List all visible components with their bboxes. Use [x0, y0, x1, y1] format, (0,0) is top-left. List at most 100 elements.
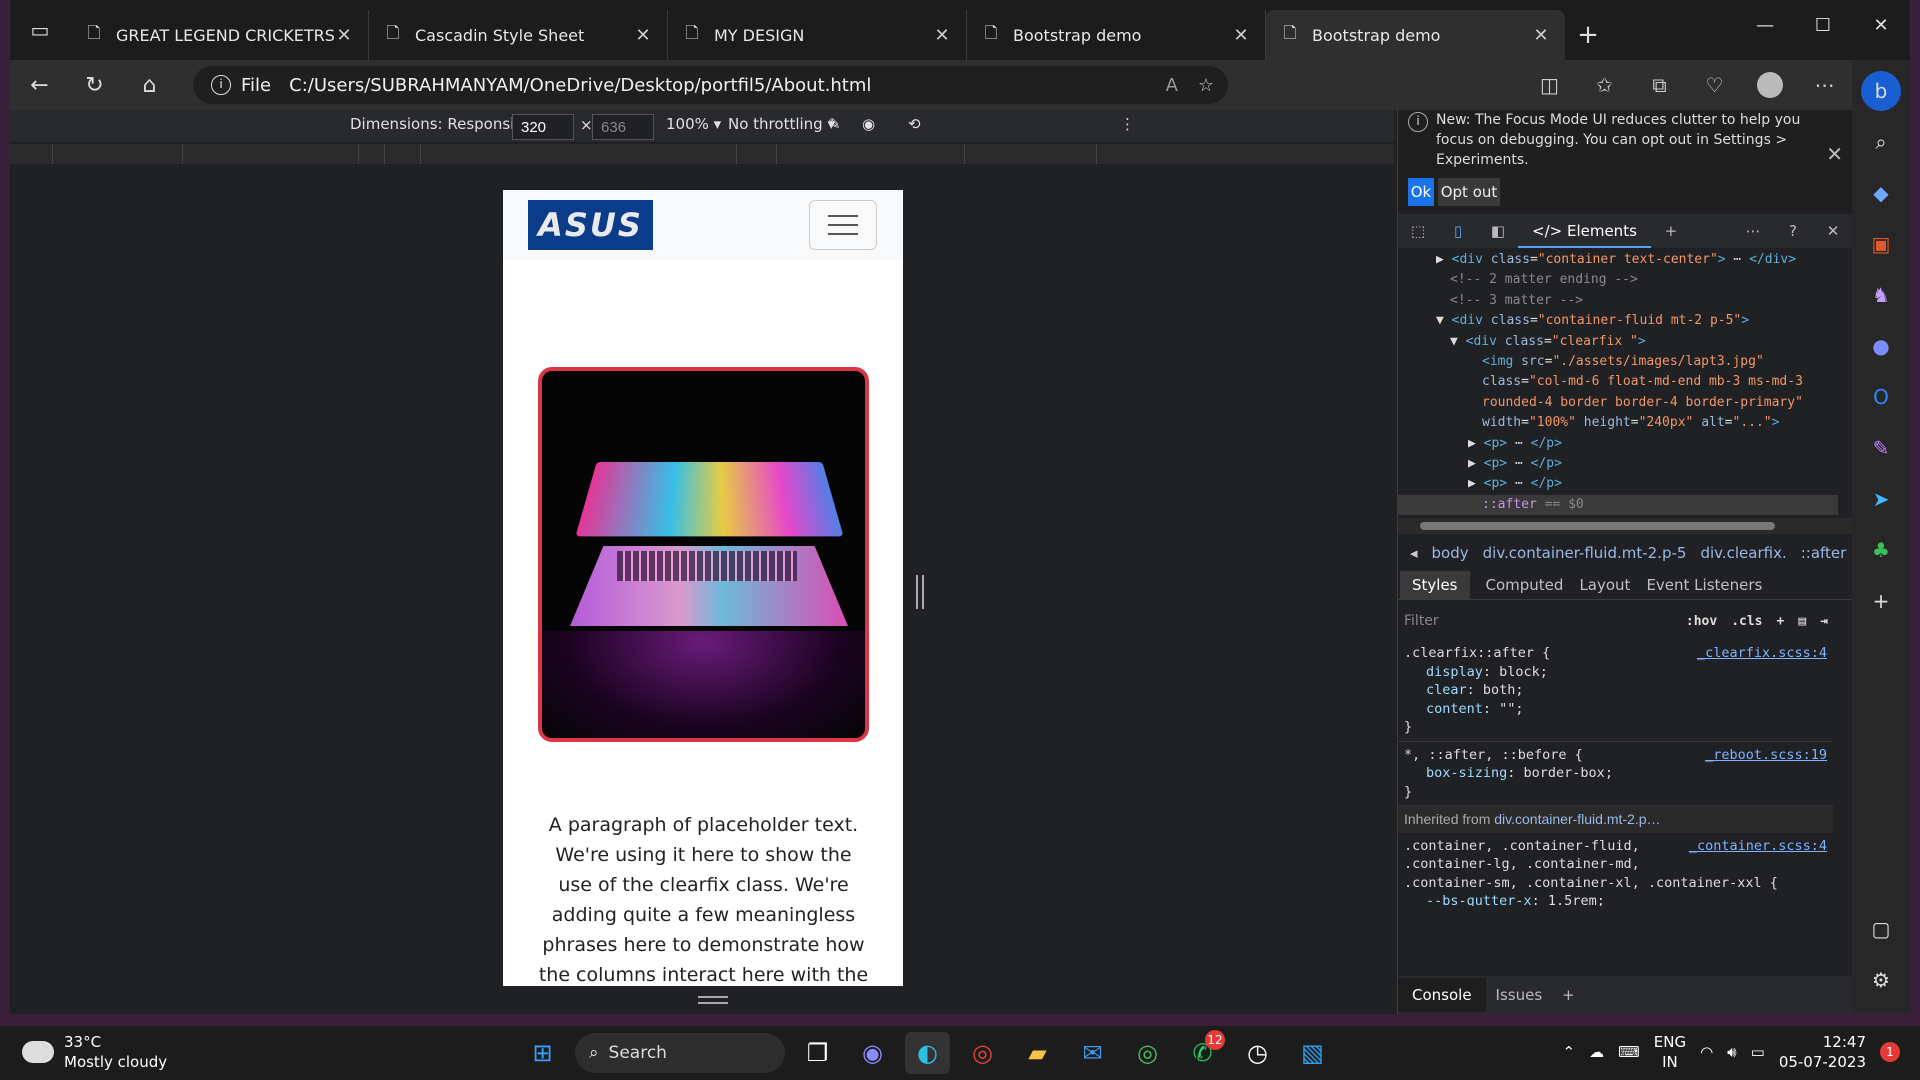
rotate-icon[interactable]: ⟲ [908, 115, 921, 133]
dom-node[interactable]: ▶ <div class="container text-center"> ⋯ … [1398, 250, 1838, 270]
new-rule-icon[interactable]: + [1777, 614, 1785, 629]
whatsapp-icon[interactable]: ✆ 12 [1180, 1030, 1225, 1074]
drawer-tab-issues[interactable]: Issues [1486, 978, 1553, 1012]
refresh-icon[interactable]: ↻ [67, 60, 122, 110]
breadcrumb-item[interactable]: body [1432, 544, 1469, 562]
ok-button[interactable]: Ok [1408, 178, 1434, 206]
height-input[interactable] [592, 114, 654, 140]
dom-horizontal-scrollbar[interactable] [1398, 518, 1853, 534]
file-explorer-icon[interactable]: ▰ [1015, 1032, 1060, 1074]
collections-icon[interactable]: ⧉ [1632, 60, 1687, 110]
close-tab-icon[interactable]: ✕ [633, 25, 653, 46]
help-icon[interactable]: ? [1773, 222, 1813, 240]
volume-icon[interactable]: 🔊︎ [1727, 1043, 1736, 1061]
keyboard-icon[interactable]: ⌨ [1618, 1043, 1640, 1061]
opt-out-button[interactable]: Opt out [1438, 178, 1500, 206]
breadcrumb-item[interactable]: div.clearfix. [1700, 544, 1786, 562]
bing-chat-icon[interactable]: b [1861, 71, 1901, 111]
paint-icon[interactable]: ▤ [1798, 614, 1806, 629]
tab-1[interactable]: 🗋 Cascadin Style Sheet ✕ [369, 10, 668, 60]
dom-node[interactable]: <img src="./assets/images/lapt3.jpg" [1398, 352, 1838, 372]
dom-node[interactable]: width="100%" height="240px" alt="..."> [1398, 413, 1838, 433]
tab-2[interactable]: 🗋 MY DESIGN ✕ [668, 10, 967, 60]
address-bar[interactable]: i File C:/Users/SUBRAHMANYAM/OneDrive/De… [193, 66, 1228, 104]
language-indicator[interactable]: ENG IN [1654, 1032, 1686, 1072]
brand-logo[interactable]: ASUS [528, 200, 653, 250]
battery-icon[interactable]: ▭ [1751, 1043, 1765, 1061]
tab-0[interactable]: 🗋 GREAT LEGEND CRICKETRS ✕ [70, 10, 369, 60]
taskbar-search[interactable]: ⌕ Search [575, 1033, 785, 1073]
device-more-icon[interactable]: ⋮ [1120, 115, 1135, 133]
dock-icon[interactable]: ◧ [1478, 222, 1518, 240]
designer-icon[interactable]: ✎ [1861, 428, 1901, 468]
css-rule[interactable]: _clearfix.scss:4 .clearfix::after {displa… [1398, 640, 1833, 742]
weather-widget[interactable]: 33°C Mostly cloudy [22, 1032, 167, 1072]
css-rule[interactable]: _reboot.scss:19 *, ::after, ::before {box… [1398, 742, 1833, 806]
maximize-button[interactable]: ☐ [1794, 0, 1852, 50]
chevron-up-icon[interactable]: ⌃ [1563, 1043, 1576, 1061]
rule-source-link[interactable]: _container.scss:4 [1689, 837, 1827, 856]
tab-computed[interactable]: Computed [1486, 576, 1564, 594]
notification-badge[interactable]: 1 [1880, 1042, 1900, 1062]
height-resize-handle[interactable] [698, 996, 728, 1004]
cls-button[interactable]: .cls [1731, 614, 1762, 629]
breadcrumb-item[interactable]: ::after [1801, 544, 1847, 562]
games-icon[interactable]: ♞ [1861, 275, 1901, 315]
send-icon[interactable]: ➤ [1861, 479, 1901, 519]
dom-node[interactable]: <!-- 2 matter ending --> [1398, 270, 1838, 290]
clock[interactable]: 12:47 05-07-2023 [1779, 1032, 1866, 1072]
wifi-icon[interactable]: ◠ [1700, 1043, 1713, 1061]
outlook-icon[interactable]: O [1861, 377, 1901, 417]
chrome-profile-icon[interactable]: ◎ [1125, 1032, 1170, 1074]
close-tab-icon[interactable]: ✕ [1531, 25, 1551, 46]
zoom-dropdown[interactable]: 100% ▾ [666, 115, 721, 133]
search-icon[interactable]: ⌕ [1861, 122, 1901, 162]
tab-styles[interactable]: Styles [1400, 570, 1470, 599]
windows-start-icon[interactable]: ⊞ [520, 1032, 565, 1074]
tree-icon[interactable]: ♣ [1861, 530, 1901, 570]
dom-node[interactable]: class="col-md-6 float-md-end mb-3 ms-md-… [1398, 372, 1838, 392]
add-tab-icon[interactable]: + [1651, 222, 1691, 240]
performance-icon[interactable]: ♡ [1687, 60, 1742, 110]
vision-icon[interactable]: ◉ [862, 115, 875, 133]
close-notice-icon[interactable]: ✕ [1826, 144, 1843, 164]
mail-icon[interactable]: ✉ [1070, 1032, 1115, 1074]
onedrive-icon[interactable]: ☁ [1589, 1043, 1604, 1061]
shopping-icon[interactable]: ◆ [1861, 173, 1901, 213]
tools-icon[interactable]: ▣ [1861, 224, 1901, 264]
minimize-button[interactable]: — [1736, 0, 1794, 50]
media-query-ruler[interactable] [10, 144, 1394, 164]
drawer-tab-console[interactable]: Console [1398, 978, 1486, 1012]
tab-4[interactable]: 🗋 Bootstrap demo ✕ [1266, 10, 1565, 60]
css-rule-container[interactable]: _container.scss:4 .container, .container-… [1398, 833, 1833, 907]
paint-app-icon[interactable]: ▧ [1290, 1032, 1335, 1074]
chrome-icon[interactable]: ◎ [960, 1032, 1005, 1074]
close-tab-icon[interactable]: ✕ [932, 25, 952, 46]
teams-icon[interactable]: ◉ [850, 1032, 895, 1074]
close-window-button[interactable]: ✕ [1852, 0, 1910, 50]
settings-icon[interactable]: ⚙ [1861, 960, 1901, 1000]
url-text[interactable]: C:/Users/SUBRAHMANYAM/OneDrive/Desktop/p… [289, 75, 871, 96]
dom-node[interactable]: ▼ <div class="container-fluid mt-2 p-5"> [1398, 311, 1838, 331]
device-toggle-icon[interactable]: ▯ [1438, 222, 1478, 240]
dom-tree[interactable]: ▶ <div class="container text-center"> ⋯ … [1398, 250, 1838, 516]
throttling-dropdown[interactable]: No throttling ▾ [728, 115, 835, 133]
profile-avatar[interactable] [1742, 60, 1797, 110]
breadcrumb-scroll-left-icon[interactable]: ◂ [1410, 544, 1418, 562]
width-resize-handle[interactable] [916, 575, 924, 609]
home-icon[interactable]: ⌂ [122, 60, 177, 110]
dom-node[interactable]: rounded-4 border border-4 border-primary… [1398, 393, 1838, 413]
filter-input[interactable]: Filter [1404, 613, 1439, 629]
sidebar-toggle-icon[interactable]: ⇥ [1820, 614, 1828, 629]
favorite-star-icon[interactable]: ☆ [1198, 75, 1214, 96]
rule-source-link[interactable]: _clearfix.scss:4 [1697, 644, 1827, 663]
dom-node[interactable]: ▶ <p> ⋯ </p> [1398, 474, 1838, 494]
close-devtools-icon[interactable]: ✕ [1813, 222, 1853, 240]
hov-button[interactable]: :hov [1686, 614, 1717, 629]
tab-3[interactable]: 🗋 Bootstrap demo ✕ [967, 10, 1266, 60]
inspect-icon[interactable]: ⬚ [1398, 222, 1438, 240]
favorites-icon[interactable]: ✩ [1577, 60, 1632, 110]
dom-node[interactable]: ▼ <div class="clearfix "> [1398, 332, 1838, 352]
edge-icon[interactable]: ◐ [905, 1032, 950, 1074]
dom-node[interactable]: ▶ <p> ⋯ </p> [1398, 454, 1838, 474]
